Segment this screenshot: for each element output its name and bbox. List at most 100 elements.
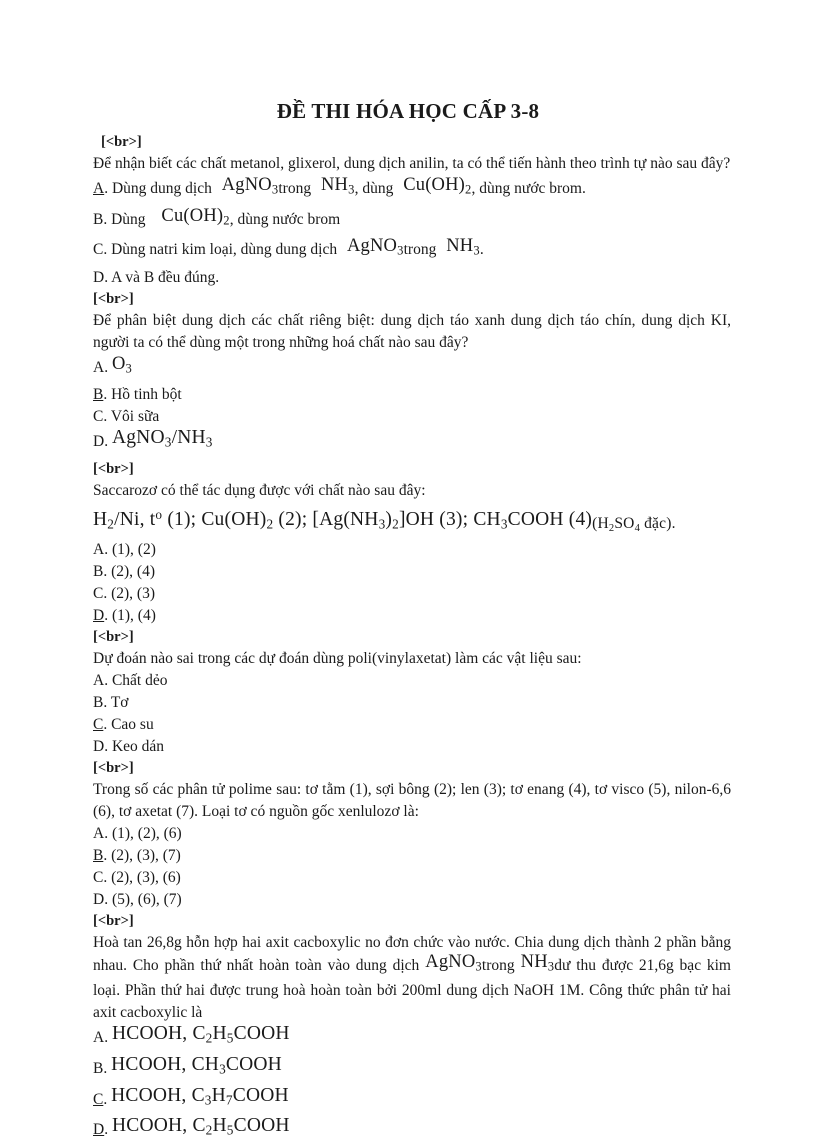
option-text: Chất dẻo: [111, 671, 168, 689]
option-letter: D: [93, 1121, 105, 1139]
option-dot: .: [103, 241, 108, 259]
option-dot: .: [104, 433, 109, 451]
page-title: ĐỀ THI HÓA HỌC CẤP 3-8: [276, 99, 540, 123]
option-letter: C: [93, 584, 104, 602]
option-row[interactable]: D. A và B đều đúng.: [93, 267, 731, 289]
option-text: (1), (2), (6): [111, 824, 182, 842]
option-row[interactable]: B. Tơ: [93, 692, 731, 714]
option-row[interactable]: B. (2), (3), (7): [93, 845, 731, 867]
option-dot: .: [104, 824, 109, 842]
option-letter: D: [93, 268, 105, 286]
option-text: A và B đều đúng.: [111, 268, 220, 286]
option-row[interactable]: B. Dùng Cu(OH)2, dùng nước brom: [93, 206, 731, 237]
chem-formula-h2so4: (H2SO4 đặc).: [592, 514, 676, 534]
option-row[interactable]: A. O3: [93, 354, 731, 385]
document-page: ĐỀ THI HÓA HỌC CẤP 3-8 [<br>] Để nhận bi…: [0, 0, 816, 1138]
option-letter: B: [93, 846, 104, 864]
chem-formula-acids: HCOOH, C2H5COOH: [111, 1023, 290, 1046]
question-prompt: Dự đoán nào sai trong các dự đoán dùng p…: [93, 649, 582, 667]
option-row[interactable]: A. (1), (2), (6): [93, 823, 731, 845]
br-marker: [<br>]: [93, 628, 134, 645]
option-row[interactable]: B. (2), (4): [93, 561, 731, 583]
chem-formula-acids: HCOOH, C2H5COOH: [111, 1115, 290, 1138]
chem-formula-nh3: NH3: [320, 175, 355, 197]
option-row[interactable]: A. HCOOH, C2H5COOH: [93, 1023, 731, 1055]
br-marker: [<br>]: [93, 912, 134, 929]
option-text: (2), (3), (6): [111, 868, 181, 886]
option-letter: C: [93, 868, 104, 886]
option-row[interactable]: D. Keo dán: [93, 736, 731, 758]
option-row[interactable]: C. Dùng natri kim loại, dùng dung dịch A…: [93, 236, 731, 267]
option-dot: .: [104, 1121, 109, 1139]
option-text: Hồ tinh bột: [111, 386, 182, 404]
option-dot: .: [104, 737, 109, 755]
option-dot: .: [103, 1059, 108, 1077]
chem-formula-agno3-nh3: AgNO3/NH3: [111, 427, 213, 450]
option-text-mid1: trong: [278, 180, 312, 197]
chem-formula-acids: HCOOH, CH3COOH: [111, 1053, 282, 1077]
option-dot: .: [103, 715, 108, 733]
option-row[interactable]: B. HCOOH, CH3COOH: [93, 1053, 731, 1086]
br-marker: [<br>]: [93, 460, 134, 477]
option-text: Cao su: [111, 715, 154, 733]
option-text: (5), (6), (7): [111, 890, 182, 908]
option-row[interactable]: A. (1), (2): [93, 539, 731, 561]
option-dot: .: [104, 890, 109, 908]
option-row[interactable]: C. HCOOH, C3H7COOH: [93, 1085, 731, 1117]
option-dot: .: [103, 693, 108, 711]
option-letter: B: [93, 210, 104, 228]
document-body: [<br>] Để nhận biết các chất metanol, gl…: [93, 132, 731, 1147]
option-dot: .: [104, 671, 109, 689]
option-row[interactable]: D. (5), (6), (7): [93, 889, 731, 911]
chem-formula-agno3: AgNO3: [221, 175, 279, 197]
option-dot: .: [103, 846, 108, 864]
option-letter: D: [93, 606, 105, 624]
option-row[interactable]: D. AgNO3/NH3: [93, 427, 731, 459]
option-letter: C: [93, 408, 104, 426]
question-prompt: Để nhận biết các chất metanol, glixerol,…: [93, 155, 731, 172]
option-letter: A: [93, 1029, 105, 1047]
option-letter: B: [93, 1059, 104, 1077]
option-text-post: .: [479, 241, 484, 259]
option-letter: A: [93, 358, 105, 376]
option-row[interactable]: A. Chất dẻo: [93, 670, 731, 692]
option-dot: .: [104, 180, 109, 197]
option-row[interactable]: D. HCOOH, C2H5COOH: [93, 1115, 731, 1147]
br-marker: [<br>]: [93, 759, 134, 776]
option-letter: A: [93, 824, 105, 842]
option-dot: .: [104, 606, 109, 624]
option-dot: .: [103, 584, 108, 602]
option-dot: .: [103, 1090, 108, 1108]
option-row[interactable]: D. (1), (4): [93, 605, 731, 627]
chem-formula-reagents: H2/Ni, to (1); Cu(OH)2 (2); [Ag(NH3)2]OH…: [93, 506, 593, 532]
chem-formula-cuoh2: Cu(OH)2: [403, 175, 472, 197]
option-row[interactable]: A. Dùng dung dịch AgNO3trong NH3, dùng C…: [93, 175, 731, 206]
option-text-pre: Dùng: [111, 210, 146, 228]
option-text-post: , dùng nước brom.: [471, 180, 586, 197]
option-dot: .: [104, 268, 109, 286]
option-dot: .: [104, 358, 109, 376]
option-row[interactable]: C. Vôi sữa: [93, 406, 731, 428]
question-prompt-mid: trong: [481, 956, 515, 974]
option-letter: A: [93, 671, 105, 689]
option-row[interactable]: C. (2), (3): [93, 583, 731, 605]
option-letter: C: [93, 241, 104, 259]
option-row[interactable]: B. Hồ tinh bột: [93, 384, 731, 406]
option-dot: .: [103, 868, 108, 886]
option-row[interactable]: C. (2), (3), (6): [93, 867, 731, 889]
option-text-mid2: , dùng: [354, 180, 394, 197]
question-prompt: Trong số các phân tử polime sau: tơ tằm …: [93, 780, 731, 820]
option-text: (1), (4): [111, 606, 156, 624]
option-text: Keo dán: [111, 737, 165, 755]
option-text: Tơ: [110, 693, 129, 711]
option-row[interactable]: C. Cao su: [93, 714, 731, 736]
option-dot: .: [103, 408, 108, 426]
option-letter: D: [93, 737, 105, 755]
option-text: (2), (3), (7): [111, 846, 181, 864]
chem-formula-agno3: AgNO3: [425, 951, 482, 974]
option-letter: C: [93, 715, 104, 733]
option-text: Vôi sữa: [110, 408, 160, 426]
option-text-post: , dùng nước brom: [229, 210, 341, 228]
chem-formula-line: H2/Ni, to (1); Cu(OH)2 (2); [Ag(NH3)2]OH…: [93, 502, 731, 539]
option-letter: B: [93, 693, 104, 711]
